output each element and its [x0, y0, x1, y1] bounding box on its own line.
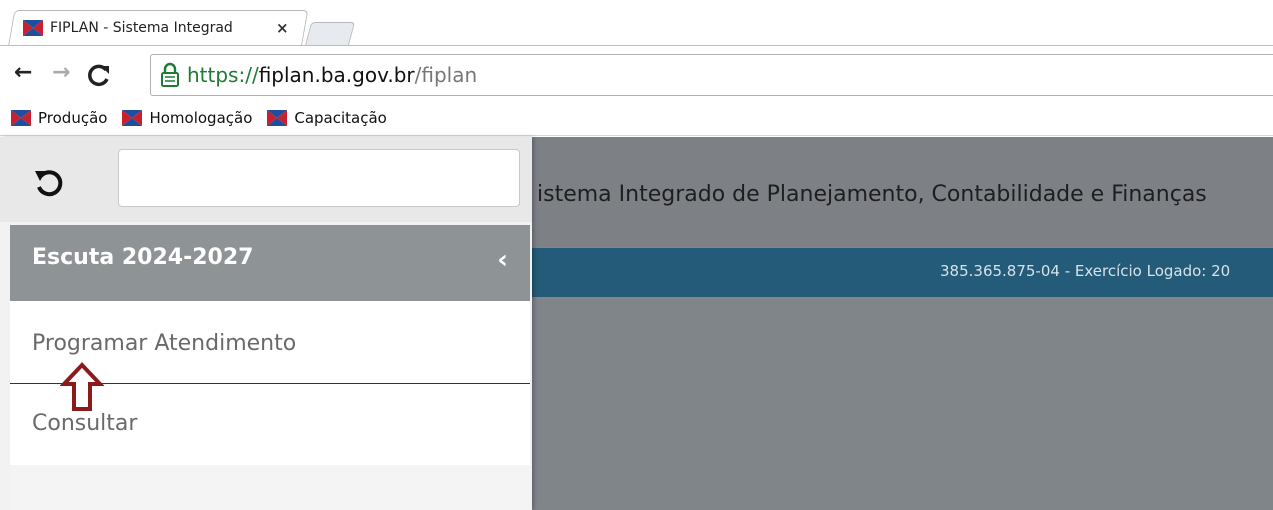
fiplan-logo-icon	[122, 109, 143, 126]
app-title: istema Integrado de Planejamento, Contab…	[537, 182, 1207, 207]
user-info: 385.365.875-04 - Exercício Logado: 20	[940, 262, 1231, 280]
menu-item-programar-atendimento[interactable]: Programar Atendimento	[32, 331, 296, 356]
undo-icon[interactable]	[32, 165, 66, 199]
url-text: https://fiplan.ba.gov.br/fiplan	[187, 63, 477, 87]
fiplan-logo-icon	[23, 20, 43, 36]
browser-tab-content[interactable]: FIPLAN - Sistema Integrad ×	[22, 14, 302, 42]
bookmark-label: Produção	[38, 108, 108, 127]
menu-list-footer	[10, 465, 530, 510]
menu-top-bar	[0, 137, 532, 222]
reload-icon[interactable]	[86, 62, 112, 88]
menu-search-input[interactable]	[118, 149, 520, 207]
url-host: fiplan.ba.gov.br	[258, 63, 415, 87]
bookmarks-bar: Produção Homologação Capacitação	[0, 100, 1273, 136]
bookmark-label: Capacitação	[294, 108, 387, 127]
address-bar[interactable]: https://fiplan.ba.gov.br/fiplan	[150, 54, 1273, 96]
fiplan-logo-icon	[267, 109, 288, 126]
bookmark-capacitacao[interactable]: Capacitação	[266, 108, 387, 128]
bookmark-homologacao[interactable]: Homologação	[121, 108, 252, 128]
tab-title: FIPLAN - Sistema Integrad	[50, 20, 233, 36]
tab-close-icon[interactable]: ×	[276, 19, 289, 37]
menu-section-title: Escuta 2024-2027	[32, 245, 254, 270]
annotation-arrow-up-icon	[60, 362, 104, 411]
bookmark-label: Homologação	[149, 108, 253, 127]
menu-item-consultar[interactable]: Consultar	[32, 411, 137, 436]
fiplan-logo-icon	[11, 109, 31, 126]
tab-strip: FIPLAN - Sistema Integrad ×	[0, 0, 1273, 46]
back-arrow-icon[interactable]: ←	[14, 60, 32, 85]
page-overlay: istema Integrado de Planejamento, Contab…	[0, 137, 1273, 510]
url-protocol: https://	[187, 63, 259, 87]
chevron-left-icon[interactable]: ‹	[497, 245, 508, 275]
forward-arrow-icon[interactable]: →	[52, 60, 70, 85]
new-tab-button[interactable]	[304, 22, 356, 46]
bookmark-producao[interactable]: Produção	[10, 108, 107, 128]
url-path: /fiplan	[414, 63, 478, 87]
side-menu: Escuta 2024-2027 ‹ Programar Atendimento…	[0, 137, 532, 510]
menu-section-header[interactable]: Escuta 2024-2027 ‹	[10, 225, 530, 301]
lock-icon	[161, 62, 179, 87]
